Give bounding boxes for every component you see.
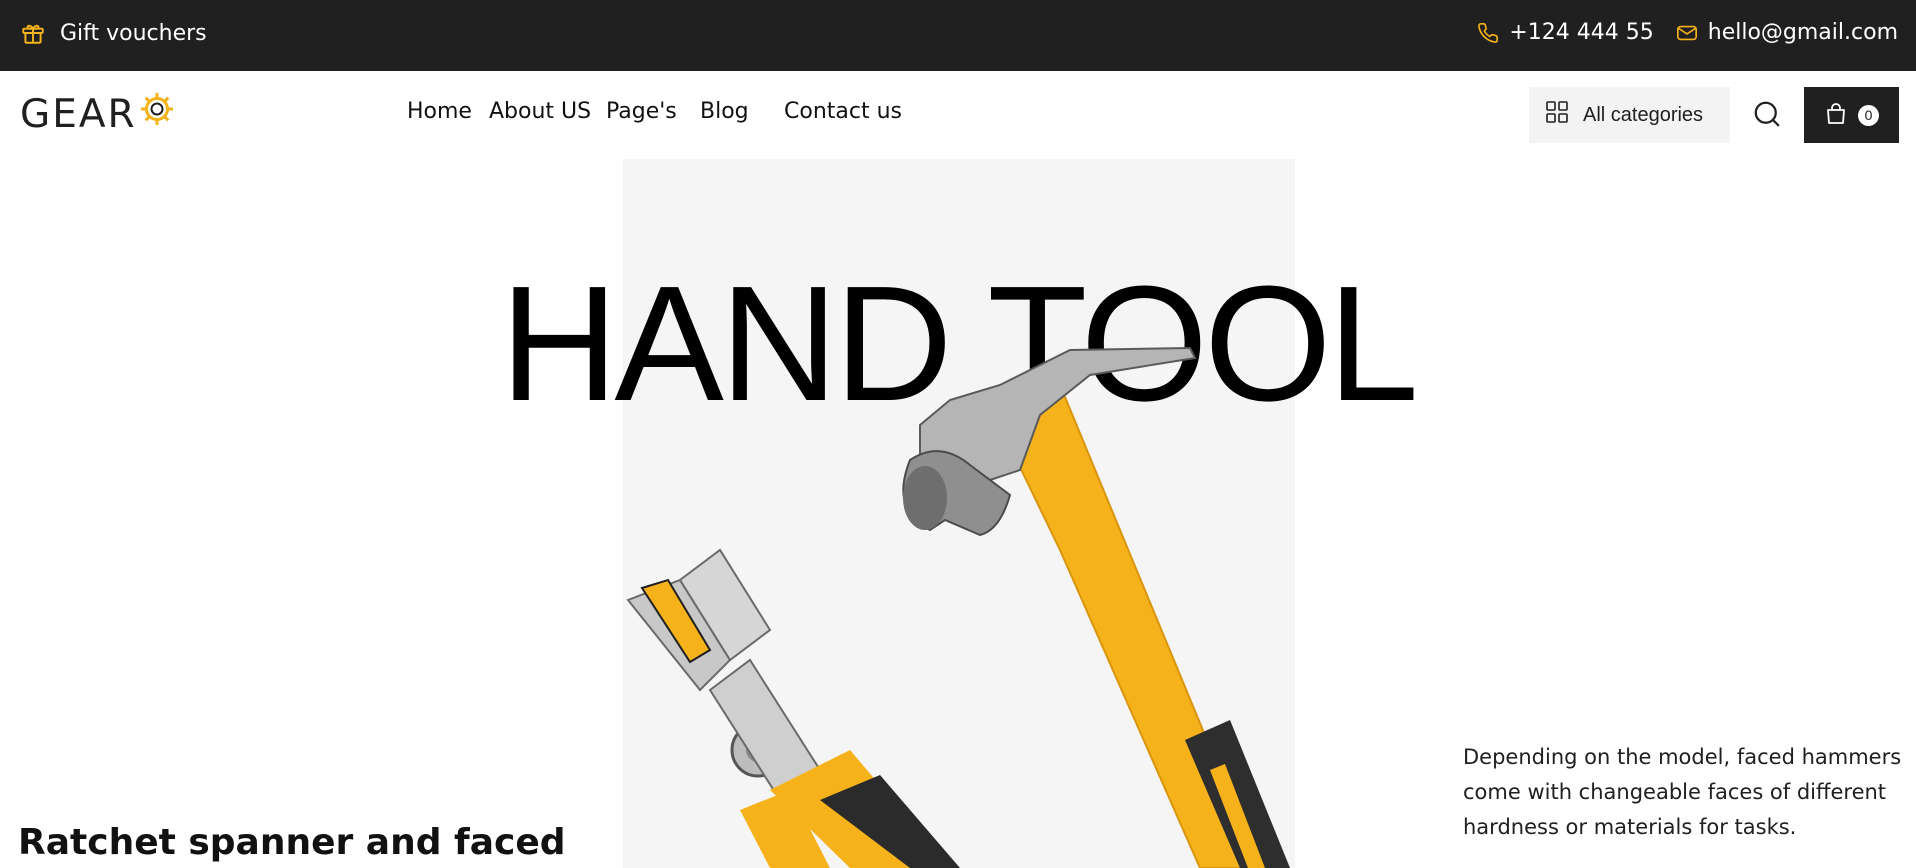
pliers-illustration <box>626 548 960 868</box>
nav-blog[interactable]: Blog <box>700 99 749 124</box>
main-header: GEAR Home About US Page's Blog Contact u… <box>0 71 1916 159</box>
top-bar: Gift vouchers +124 444 55 hello@gmail.co… <box>0 0 1916 71</box>
gear-logo-icon <box>139 91 175 137</box>
all-categories-label: All categories <box>1583 103 1704 126</box>
shopping-bag-icon <box>1824 102 1848 129</box>
gift-icon <box>20 20 46 46</box>
gift-vouchers-link[interactable]: Gift vouchers <box>20 20 207 46</box>
nav-pages[interactable]: Page's <box>606 99 677 124</box>
hero-description: Depending on the model, faced hammers co… <box>1463 745 1902 839</box>
cart-button[interactable]: 0 <box>1804 87 1899 143</box>
phone-number: +124 444 55 <box>1509 20 1654 45</box>
nav-contact-us[interactable]: Contact us <box>784 99 902 124</box>
gift-vouchers-label: Gift vouchers <box>60 20 207 46</box>
mail-icon <box>1676 22 1698 44</box>
hero-subtitle: Ratchet spanner and faced <box>18 822 566 863</box>
email-address: hello@gmail.com <box>1707 20 1898 45</box>
hammer-and-pliers-image <box>626 346 1290 868</box>
nav-home[interactable]: Home <box>407 99 472 124</box>
logo-text: GEAR <box>20 91 137 137</box>
nav-about-us[interactable]: About US <box>489 99 591 124</box>
phone-link[interactable]: +124 444 55 <box>1477 20 1654 45</box>
phone-icon <box>1477 22 1499 44</box>
logo[interactable]: GEAR <box>20 91 175 137</box>
email-link[interactable]: hello@gmail.com <box>1676 20 1898 45</box>
all-categories-button[interactable]: All categories <box>1529 87 1730 143</box>
cart-count-badge: 0 <box>1858 104 1879 126</box>
grid-icon <box>1545 100 1569 130</box>
search-icon <box>1752 101 1782 132</box>
hammer-illustration <box>902 346 1290 868</box>
search-button[interactable] <box>1750 98 1784 132</box>
